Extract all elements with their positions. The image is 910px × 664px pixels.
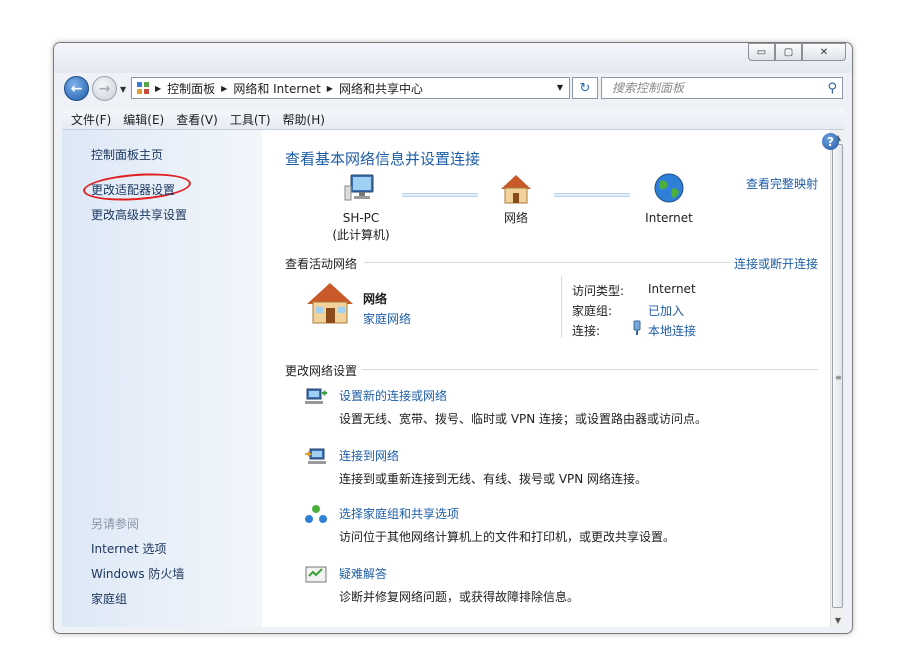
network-type-link[interactable]: 家庭网络 xyxy=(363,310,411,327)
menu-view[interactable]: 查看(V) xyxy=(176,111,218,128)
map-link-line xyxy=(402,193,478,197)
scrollbar-grip-icon: ≡ xyxy=(835,373,842,382)
breadcrumb-network-sharing-center[interactable]: 网络和共享中心 xyxy=(339,80,423,97)
breadcrumb-network-internet[interactable]: 网络和 Internet xyxy=(233,80,320,97)
homegroup-sharing-desc: 访问位于其他网络计算机上的文件和打印机，或更改共享设置。 xyxy=(339,530,676,544)
change-adapter-settings-link[interactable]: 更改适配器设置 xyxy=(91,181,175,198)
homegroup-sharing-link[interactable]: 选择家庭组和共享选项 xyxy=(339,505,459,522)
control-panel-window: ▭ ▢ ✕ ← → ▼ ▶ 控制面板 ▶ 网络和 Internet ▶ 网络和共… xyxy=(53,42,853,634)
scrollbar-thumb[interactable]: ≡ xyxy=(832,144,843,608)
connect-to-network-link[interactable]: 连接到网络 xyxy=(339,447,399,464)
active-networks-label: 查看活动网络 xyxy=(285,257,358,271)
setup-connection-link[interactable]: 设置新的连接或网络 xyxy=(339,387,447,404)
menu-bar: 文件(F) 编辑(E) 查看(V) 工具(T) 帮助(H) xyxy=(62,109,844,130)
control-panel-home-link[interactable]: 控制面板主页 xyxy=(91,146,163,163)
map-internet-node: Internet xyxy=(632,172,706,227)
access-type-value: Internet xyxy=(648,282,696,296)
search-input[interactable] xyxy=(612,81,812,95)
change-advanced-sharing-link[interactable]: 更改高级共享设置 xyxy=(91,206,187,223)
computer-icon xyxy=(344,174,374,201)
recent-pages-dropdown-icon[interactable]: ▼ xyxy=(120,85,126,94)
troubleshoot-link[interactable]: 疑难解答 xyxy=(339,565,387,582)
forward-button[interactable]: → xyxy=(92,76,117,101)
change-settings-label: 更改网络设置 xyxy=(285,364,358,378)
window-controls: ▭ ▢ ✕ xyxy=(748,43,846,61)
homegroup-sharing-icon xyxy=(305,505,327,523)
home-network-icon xyxy=(307,283,353,324)
page-title: 查看基本网络信息并设置连接 xyxy=(285,150,481,168)
homegroup-value-link[interactable]: 已加入 xyxy=(648,302,684,319)
see-also-label: 另请参阅 xyxy=(91,517,140,531)
access-type-label: 访问类型: xyxy=(572,284,625,298)
network-name: 网络 xyxy=(363,292,388,306)
content-area: 控制面板主页 更改适配器设置 更改高级共享设置 另请参阅 Internet 选项… xyxy=(62,130,844,627)
menu-edit[interactable]: 编辑(E) xyxy=(123,111,164,128)
menu-tools[interactable]: 工具(T) xyxy=(230,111,271,128)
house-icon xyxy=(501,175,531,204)
see-full-map-link[interactable]: 查看完整映射 xyxy=(746,175,818,192)
connect-to-network-desc: 连接到或重新连接到无线、有线、拨号或 VPN 网络连接。 xyxy=(339,472,648,486)
map-network-node: 网络 xyxy=(484,172,548,227)
windows-firewall-link[interactable]: Windows 防火墙 xyxy=(91,565,184,582)
internet-options-link[interactable]: Internet 选项 xyxy=(91,540,166,557)
maximize-button[interactable]: ▢ xyxy=(775,43,802,61)
setup-connection-desc: 设置无线、宽带、拨号、临时或 VPN 连接；或设置路由器或访问点。 xyxy=(339,412,708,426)
ethernet-icon xyxy=(633,320,641,335)
menu-help[interactable]: 帮助(H) xyxy=(283,111,325,128)
address-history-dropdown-icon[interactable]: ▼ xyxy=(557,83,563,92)
main-pane: 查看基本网络信息并设置连接 查看完整映射 SH-PC (此计算机) 网络 Int… xyxy=(262,130,830,627)
vertical-scrollbar[interactable]: ▲ ≡ ▼ xyxy=(830,130,844,627)
breadcrumb-arrow-icon[interactable]: ▶ xyxy=(155,84,161,93)
computer-sub: (此计算机) xyxy=(332,228,390,242)
close-button[interactable]: ✕ xyxy=(802,43,846,61)
minimize-button[interactable]: ▭ xyxy=(748,43,775,61)
menu-file[interactable]: 文件(F) xyxy=(71,111,111,128)
back-button[interactable]: ← xyxy=(64,76,89,101)
breadcrumb-arrow-icon[interactable]: ▶ xyxy=(327,84,333,93)
network-label: 网络 xyxy=(503,211,528,225)
troubleshoot-icon xyxy=(305,566,327,583)
address-bar[interactable]: ▶ 控制面板 ▶ 网络和 Internet ▶ 网络和共享中心 ▼ xyxy=(131,77,570,99)
local-connection-link[interactable]: 本地连接 xyxy=(648,322,696,339)
homegroup-link[interactable]: 家庭组 xyxy=(91,590,127,607)
homegroup-label: 家庭组: xyxy=(572,304,613,318)
computer-name: SH-PC xyxy=(342,211,380,225)
scroll-down-icon[interactable]: ▼ xyxy=(831,613,845,627)
troubleshoot-desc: 诊断并修复网络问题，或获得故障排除信息。 xyxy=(339,590,580,604)
help-icon[interactable]: ? xyxy=(822,133,839,150)
control-panel-icon xyxy=(137,82,149,94)
title-bar: ▭ ▢ ✕ xyxy=(54,43,852,73)
globe-icon xyxy=(654,173,684,203)
section-divider xyxy=(362,369,818,370)
search-box[interactable]: ⚲ xyxy=(601,77,843,99)
breadcrumb-arrow-icon[interactable]: ▶ xyxy=(221,84,227,93)
connect-network-icon xyxy=(305,448,326,464)
breadcrumb-control-panel[interactable]: 控制面板 xyxy=(167,80,215,97)
map-link-line xyxy=(554,193,630,197)
section-divider xyxy=(364,262,730,263)
refresh-button[interactable]: ↻ xyxy=(572,77,598,99)
connections-label: 连接: xyxy=(572,324,601,338)
new-connection-icon xyxy=(305,388,327,404)
task-pane: 控制面板主页 更改适配器设置 更改高级共享设置 另请参阅 Internet 选项… xyxy=(62,130,262,627)
connect-disconnect-link[interactable]: 连接或断开连接 xyxy=(734,255,818,272)
internet-label: Internet xyxy=(645,211,693,225)
vertical-divider xyxy=(561,276,562,338)
search-icon[interactable]: ⚲ xyxy=(827,81,837,96)
map-computer-node: SH-PC (此计算机) xyxy=(318,172,404,244)
navigation-bar: ← → ▼ ▶ 控制面板 ▶ 网络和 Internet ▶ 网络和共享中心 ▼ … xyxy=(54,73,852,105)
